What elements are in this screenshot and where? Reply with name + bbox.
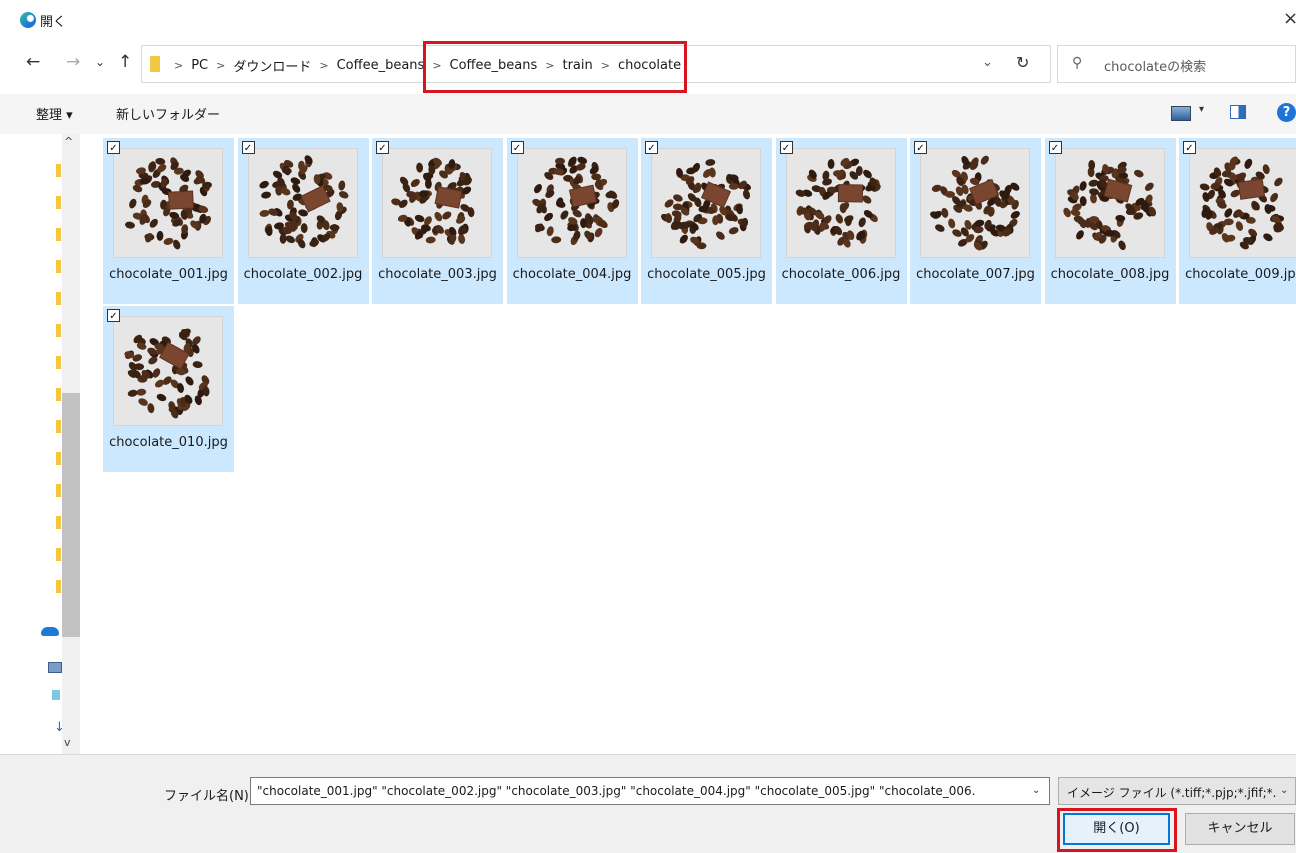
image-thumbnail xyxy=(785,148,896,258)
recent-locations-dropdown[interactable]: ⌄ xyxy=(95,55,105,69)
folder-icon xyxy=(56,420,61,433)
image-thumbnail xyxy=(113,148,223,258)
file-name: chocolate_010.jpg xyxy=(109,435,228,450)
folder-icon xyxy=(56,580,61,593)
checkbox[interactable]: ✓ xyxy=(914,141,927,154)
breadcrumb-item[interactable]: PC xyxy=(187,58,212,73)
file-name: chocolate_005.jpg xyxy=(647,267,766,282)
image-thumbnail xyxy=(516,148,627,258)
folder-icon xyxy=(56,484,61,497)
scroll-down-icon[interactable]: v xyxy=(64,736,71,749)
back-button[interactable]: ← xyxy=(26,52,40,72)
checkbox[interactable]: ✓ xyxy=(241,141,255,154)
file-item[interactable]: ✓ chocolate_002.jpg xyxy=(237,138,369,304)
breadcrumb-separator[interactable]: > xyxy=(170,59,187,72)
scrollbar-thumb[interactable] xyxy=(62,393,80,637)
pc-icon[interactable] xyxy=(48,662,62,673)
network-icon[interactable] xyxy=(52,690,60,700)
forward-button[interactable]: → xyxy=(66,52,80,72)
command-bar: 整理 ▾ 新しいフォルダー ▾ ? xyxy=(0,94,1296,135)
folder-icon xyxy=(56,516,61,529)
file-item[interactable]: ✓ chocolate_003.jpg xyxy=(372,138,503,304)
folder-icon xyxy=(56,356,61,369)
checkbox[interactable]: ✓ xyxy=(376,141,389,154)
image-thumbnail xyxy=(113,316,223,426)
filename-value[interactable]: "chocolate_001.jpg" "chocolate_002.jpg" … xyxy=(257,784,976,798)
file-name: chocolate_003.jpg xyxy=(378,267,497,282)
checkbox[interactable]: ✓ xyxy=(779,141,793,154)
image-thumbnail xyxy=(651,148,761,258)
refresh-icon[interactable]: ↻ xyxy=(1016,53,1029,72)
checkbox[interactable]: ✓ xyxy=(1183,141,1196,154)
cancel-button[interactable]: キャンセル xyxy=(1185,813,1295,845)
view-dropdown-icon[interactable]: ▾ xyxy=(1199,104,1204,115)
breadcrumb-item[interactable]: Coffee_beans xyxy=(333,58,429,73)
file-name: chocolate_004.jpg xyxy=(512,267,632,282)
folder-icon xyxy=(56,324,61,337)
file-name: chocolate_001.jpg xyxy=(109,267,228,282)
file-name: chocolate_006.jpg xyxy=(781,267,901,282)
change-view-icon[interactable] xyxy=(1171,106,1191,121)
filename-input[interactable]: "chocolate_001.jpg" "chocolate_002.jpg" … xyxy=(250,777,1050,805)
folder-icon xyxy=(56,164,61,177)
search-box[interactable]: ⚲ chocolateの検索 xyxy=(1057,45,1296,83)
file-item[interactable]: ✓ chocolate_010.jpg xyxy=(103,306,234,472)
new-folder-button[interactable]: 新しいフォルダー xyxy=(116,104,220,123)
breadcrumb-separator[interactable]: > xyxy=(315,59,332,72)
checkbox[interactable]: ✓ xyxy=(1048,141,1062,154)
file-item[interactable]: ✓ chocolate_006.jpg xyxy=(775,138,907,304)
breadcrumb-separator[interactable]: > xyxy=(212,59,229,72)
edge-app-icon xyxy=(20,12,36,28)
folder-icon xyxy=(56,228,61,241)
file-item[interactable]: ✓ chocolate_007.jpg xyxy=(910,138,1041,304)
file-list: ✓ chocolate_001.jpg ✓ chocolate_002.jpg ✓ cho… xyxy=(80,134,1296,754)
file-name: chocolate_007.jpg xyxy=(916,267,1035,282)
chevron-down-icon[interactable]: ⌄ xyxy=(1032,785,1040,796)
open-button-highlight xyxy=(1057,808,1177,852)
folder-icon xyxy=(150,56,160,72)
checkbox[interactable]: ✓ xyxy=(510,141,524,154)
organize-button[interactable]: 整理 ▾ xyxy=(36,104,73,123)
folder-icon xyxy=(56,292,61,305)
file-type-value[interactable]: イメージ ファイル (*.tiff;*.pjp;*.jfif;*. xyxy=(1067,784,1276,801)
chevron-down-icon[interactable]: ⌄ xyxy=(1280,785,1288,796)
folder-icon xyxy=(56,388,61,401)
search-icon: ⚲ xyxy=(1072,55,1083,71)
file-name: chocolate_002.jpg xyxy=(243,267,363,282)
file-name: chocolate_009.jpg xyxy=(1185,267,1296,282)
scroll-up-icon[interactable]: ^ xyxy=(64,135,73,148)
window-title: 開く xyxy=(40,15,67,30)
file-item[interactable]: ✓ chocolate_001.jpg xyxy=(103,138,234,304)
breadcrumb-item[interactable]: ダウンロード xyxy=(229,56,315,75)
checkbox[interactable]: ✓ xyxy=(645,141,658,154)
filename-label: ファイル名(N): xyxy=(164,789,254,804)
image-thumbnail xyxy=(1189,148,1296,258)
search-placeholder[interactable]: chocolateの検索 xyxy=(1104,56,1206,75)
up-button[interactable]: ↑ xyxy=(118,52,132,72)
file-type-select[interactable]: イメージ ファイル (*.tiff;*.pjp;*.jfif;*. xyxy=(1058,777,1296,805)
file-item[interactable]: ✓ chocolate_004.jpg xyxy=(506,138,638,304)
close-icon[interactable]: × xyxy=(1283,8,1296,29)
folder-icon xyxy=(56,548,61,561)
breadcrumb-highlight xyxy=(423,41,687,93)
checkbox[interactable]: ✓ xyxy=(107,309,120,322)
checkbox[interactable]: ✓ xyxy=(107,141,120,154)
folder-icon xyxy=(56,452,61,465)
file-item[interactable]: ✓ chocolate_005.jpg xyxy=(641,138,772,304)
file-item[interactable]: ✓ chocolate_008.jpg xyxy=(1044,138,1176,304)
preview-pane-icon[interactable] xyxy=(1230,105,1246,119)
chevron-down-icon[interactable]: ⌄ xyxy=(982,55,993,70)
file-item[interactable]: ✓ chocolate_009.jpg xyxy=(1179,138,1296,304)
image-thumbnail xyxy=(1054,148,1165,258)
image-thumbnail xyxy=(247,148,358,258)
image-thumbnail xyxy=(382,148,492,258)
image-thumbnail xyxy=(920,148,1030,258)
onedrive-icon[interactable] xyxy=(41,627,59,636)
help-icon[interactable]: ? xyxy=(1277,103,1296,122)
folder-icon xyxy=(56,260,61,273)
title-bar: 開く × xyxy=(0,0,1296,38)
file-name: chocolate_008.jpg xyxy=(1050,267,1170,282)
folder-icon xyxy=(56,196,61,209)
